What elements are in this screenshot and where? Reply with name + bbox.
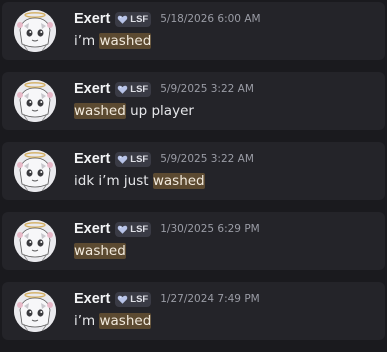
server-tag[interactable]: LSF: [115, 11, 152, 27]
anime-character-avatar-icon: [14, 150, 56, 192]
server-tag[interactable]: LSF: [115, 221, 152, 237]
server-tag-label: LSF: [130, 223, 149, 235]
anime-character-avatar-icon: [14, 10, 56, 52]
message-header: Exert LSF 5/9/2025 3:22 AM: [74, 149, 254, 169]
message-result[interactable]: Exert LSF 5/9/2025 3:22 AM washed up pla…: [2, 72, 385, 130]
user-avatar[interactable]: [14, 220, 56, 262]
message-content: i’m washed: [74, 313, 152, 329]
message-header: Exert LSF 1/30/2025 6:29 PM: [74, 219, 260, 239]
username[interactable]: Exert: [74, 11, 110, 27]
heart-badge-icon: [118, 295, 128, 304]
search-highlight: washed: [152, 173, 205, 189]
server-tag[interactable]: LSF: [115, 81, 152, 97]
server-tag-label: LSF: [130, 293, 149, 305]
user-avatar[interactable]: [14, 80, 56, 122]
server-tag-label: LSF: [130, 153, 149, 165]
user-avatar[interactable]: [14, 10, 56, 52]
anime-character-avatar-icon: [14, 290, 56, 332]
search-results: Exert LSF 5/18/2026 6:00 AM i’m washed E…: [0, 0, 387, 352]
message-content: washed: [74, 243, 126, 259]
message-content: washed up player: [74, 103, 194, 119]
content-text-before: idk i’m just: [74, 173, 153, 189]
content-text-after: up player: [125, 103, 194, 119]
message-result[interactable]: Exert LSF 1/30/2025 6:29 PM washed: [2, 212, 385, 270]
message-timestamp[interactable]: 1/30/2025 6:29 PM: [160, 223, 259, 235]
message-header: Exert LSF 1/27/2024 7:49 PM: [74, 289, 260, 309]
server-tag-label: LSF: [130, 13, 149, 25]
message-timestamp[interactable]: 5/18/2026 6:00 AM: [160, 13, 260, 25]
content-text-before: i’m: [74, 313, 100, 329]
server-tag-label: LSF: [130, 83, 149, 95]
heart-badge-icon: [118, 85, 128, 94]
message-timestamp[interactable]: 5/9/2025 3:22 AM: [160, 83, 254, 95]
message-timestamp[interactable]: 1/27/2024 7:49 PM: [160, 293, 259, 305]
user-avatar[interactable]: [14, 150, 56, 192]
anime-character-avatar-icon: [14, 80, 56, 122]
username[interactable]: Exert: [74, 221, 110, 237]
message-result[interactable]: Exert LSF 1/27/2024 7:49 PM i’m washed: [2, 282, 385, 340]
server-tag[interactable]: LSF: [115, 151, 152, 167]
search-highlight: washed: [74, 103, 126, 119]
message-content: idk i’m just washed: [74, 173, 205, 189]
message-result[interactable]: Exert LSF 5/9/2025 3:22 AM idk i’m just …: [2, 142, 385, 200]
content-text-before: i’m: [74, 33, 100, 49]
heart-badge-icon: [118, 155, 128, 164]
message-header: Exert LSF 5/18/2026 6:00 AM: [74, 9, 261, 29]
username[interactable]: Exert: [74, 151, 110, 167]
message-content: i’m washed: [74, 33, 152, 49]
anime-character-avatar-icon: [14, 220, 56, 262]
user-avatar[interactable]: [14, 290, 56, 332]
message-result[interactable]: Exert LSF 5/18/2026 6:00 AM i’m washed: [2, 2, 385, 60]
search-highlight: washed: [74, 243, 126, 259]
heart-badge-icon: [118, 15, 128, 24]
message-timestamp[interactable]: 5/9/2025 3:22 AM: [160, 153, 254, 165]
message-header: Exert LSF 5/9/2025 3:22 AM: [74, 79, 254, 99]
username[interactable]: Exert: [74, 291, 110, 307]
username[interactable]: Exert: [74, 81, 110, 97]
heart-badge-icon: [118, 225, 128, 234]
search-highlight: washed: [99, 313, 152, 329]
search-highlight: washed: [99, 33, 152, 49]
server-tag[interactable]: LSF: [115, 291, 152, 307]
